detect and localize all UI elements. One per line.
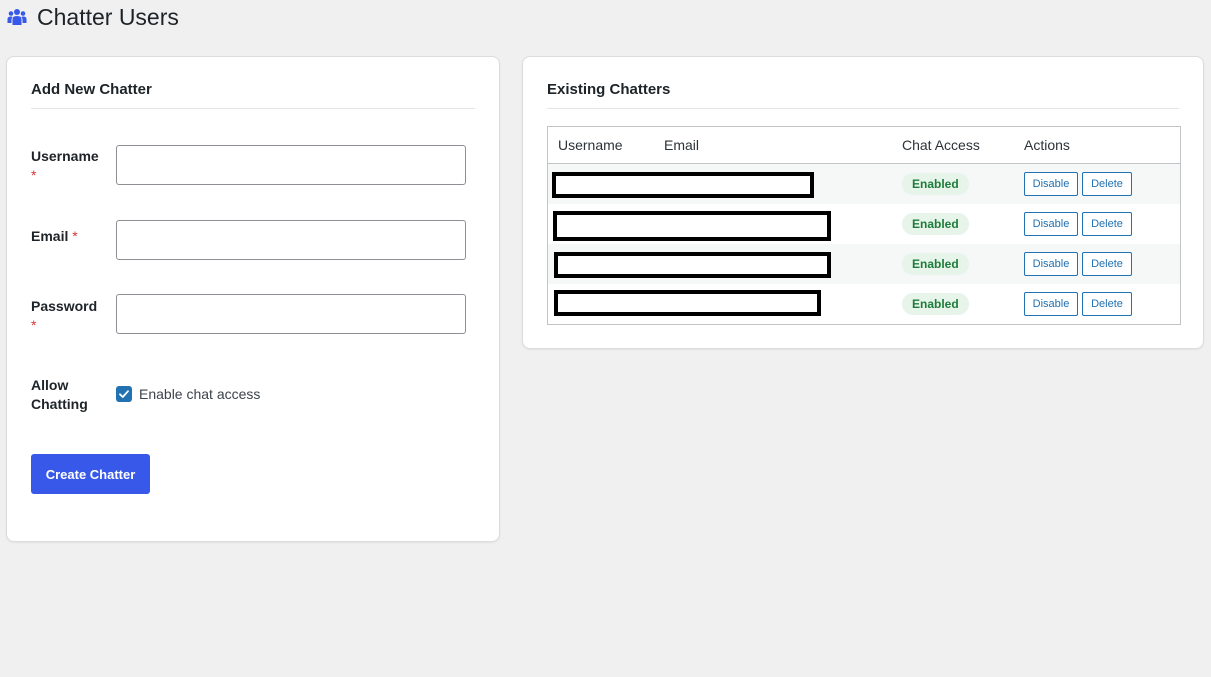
status-badge: Enabled <box>902 173 969 195</box>
column-header-username: Username <box>558 137 623 153</box>
table-row: Enabled Disable Delete <box>548 244 1180 284</box>
checkmark-icon <box>119 390 129 398</box>
enable-chat-label[interactable]: Enable chat access <box>139 386 260 402</box>
redacted-cell <box>553 211 831 241</box>
column-header-email: Email <box>664 137 700 153</box>
enable-chat-checkbox[interactable] <box>116 386 132 402</box>
page-header: Chatter Users <box>7 2 179 32</box>
status-badge: Enabled <box>902 253 969 275</box>
required-mark: * <box>72 228 78 244</box>
allow-chatting-label: Allow Chatting <box>31 377 88 412</box>
disable-button[interactable]: Disable <box>1024 252 1078 276</box>
username-input[interactable] <box>116 145 466 185</box>
required-mark: * <box>31 167 37 183</box>
add-chatter-title: Add New Chatter <box>31 81 152 98</box>
redacted-cell <box>554 252 831 278</box>
existing-chatters-card: Existing Chatters Username Email Chat Ac… <box>522 56 1204 349</box>
table-row: Enabled Disable Delete <box>548 204 1180 244</box>
delete-button[interactable]: Delete <box>1082 292 1132 316</box>
disable-button[interactable]: Disable <box>1024 212 1078 236</box>
table-row: Enabled Disable Delete <box>548 164 1180 204</box>
username-label: Username * <box>31 148 99 183</box>
redacted-cell <box>554 290 821 316</box>
redacted-cell <box>552 172 814 198</box>
delete-button[interactable]: Delete <box>1082 212 1132 236</box>
divider <box>31 108 475 109</box>
delete-button[interactable]: Delete <box>1082 172 1132 196</box>
email-label: Email * <box>31 228 78 244</box>
delete-button[interactable]: Delete <box>1082 252 1132 276</box>
table-row: Enabled Disable Delete <box>548 284 1180 324</box>
divider <box>547 108 1179 109</box>
email-input[interactable] <box>116 220 466 260</box>
column-header-actions: Actions <box>1024 137 1070 153</box>
users-group-icon <box>7 7 27 27</box>
create-chatter-button[interactable]: Create Chatter <box>31 454 150 494</box>
column-header-chat-access: Chat Access <box>902 137 980 153</box>
status-badge: Enabled <box>902 293 969 315</box>
required-mark: * <box>31 317 37 333</box>
page-title: Chatter Users <box>37 4 179 30</box>
disable-button[interactable]: Disable <box>1024 292 1078 316</box>
existing-chatters-title: Existing Chatters <box>547 81 671 98</box>
enable-chat-checkbox-row[interactable]: Enable chat access <box>116 386 260 402</box>
password-label: Password * <box>31 298 98 333</box>
status-badge: Enabled <box>902 213 969 235</box>
disable-button[interactable]: Disable <box>1024 172 1078 196</box>
add-chatter-card: Add New Chatter Username * Email * Passw… <box>6 56 500 542</box>
password-input[interactable] <box>116 294 466 334</box>
chatters-table: Username Email Chat Access Actions Enabl… <box>547 126 1181 325</box>
